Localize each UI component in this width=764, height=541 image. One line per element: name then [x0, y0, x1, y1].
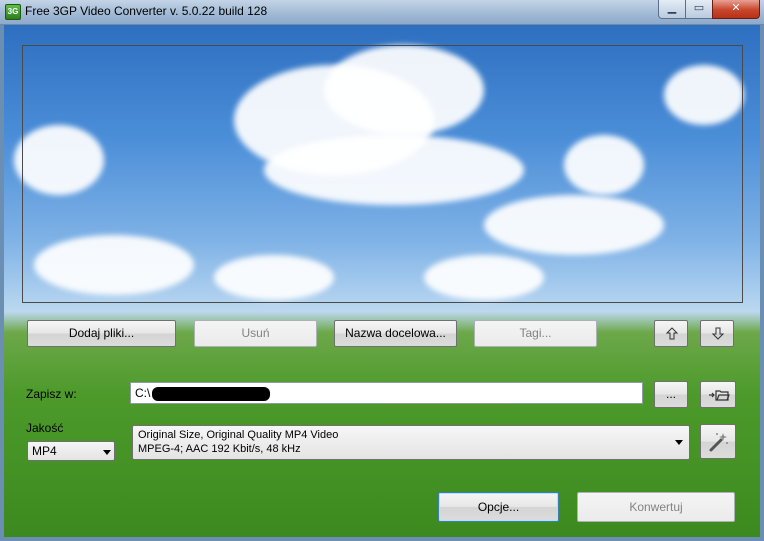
format-value: MP4 — [32, 444, 57, 458]
add-files-button[interactable]: Dodaj pliki... — [27, 320, 176, 347]
close-icon: ✕ — [731, 2, 741, 14]
window-title: Free 3GP Video Converter v. 5.0.22 build… — [25, 4, 268, 18]
folder-open-icon — [709, 390, 730, 401]
main-panel: Dodaj pliki... Usuń Nazwa docelowa... Ta… — [4, 25, 760, 537]
output-path-text: C:\ — [135, 386, 151, 400]
title-bar: 3G Free 3GP Video Converter v. 5.0.22 bu… — [0, 0, 764, 25]
tags-button[interactable]: Tagi... — [474, 320, 597, 347]
maximize-icon: ▭ — [693, 2, 705, 14]
close-button[interactable]: ✕ — [712, 0, 760, 19]
options-button[interactable]: Opcje... — [438, 492, 559, 522]
wand-button[interactable] — [700, 424, 736, 459]
minimize-button[interactable]: ▁ — [658, 0, 686, 19]
move-up-button[interactable] — [654, 320, 688, 347]
preset-line-1: Original Size, Original Quality MP4 Vide… — [138, 429, 339, 441]
file-list[interactable] — [22, 45, 743, 303]
preset-select[interactable]: Original Size, Original Quality MP4 Vide… — [132, 425, 690, 460]
quality-label: Jakość — [26, 421, 64, 435]
app-icon: 3G — [5, 4, 21, 20]
convert-button[interactable]: Konwertuj — [577, 492, 735, 522]
target-name-button[interactable]: Nazwa docelowa... — [334, 320, 457, 347]
chevron-down-icon — [103, 450, 111, 455]
redacted-path — [152, 387, 270, 401]
arrow-up-icon — [666, 327, 678, 340]
save-to-label: Zapisz w: — [26, 387, 77, 401]
preset-line-2: MPEG-4; AAC 192 Kbit/s, 48 kHz — [138, 443, 301, 455]
arrow-down-icon — [712, 327, 724, 340]
remove-button[interactable]: Usuń — [194, 320, 317, 347]
format-select[interactable]: MP4 — [27, 441, 115, 461]
chevron-down-icon — [675, 440, 683, 445]
maximize-button[interactable]: ▭ — [685, 0, 713, 19]
move-down-button[interactable] — [700, 320, 734, 347]
magic-wand-icon — [709, 433, 728, 452]
browse-button[interactable]: ... — [654, 381, 688, 408]
open-folder-button[interactable] — [700, 381, 736, 408]
minimize-icon: ▁ — [667, 2, 677, 14]
